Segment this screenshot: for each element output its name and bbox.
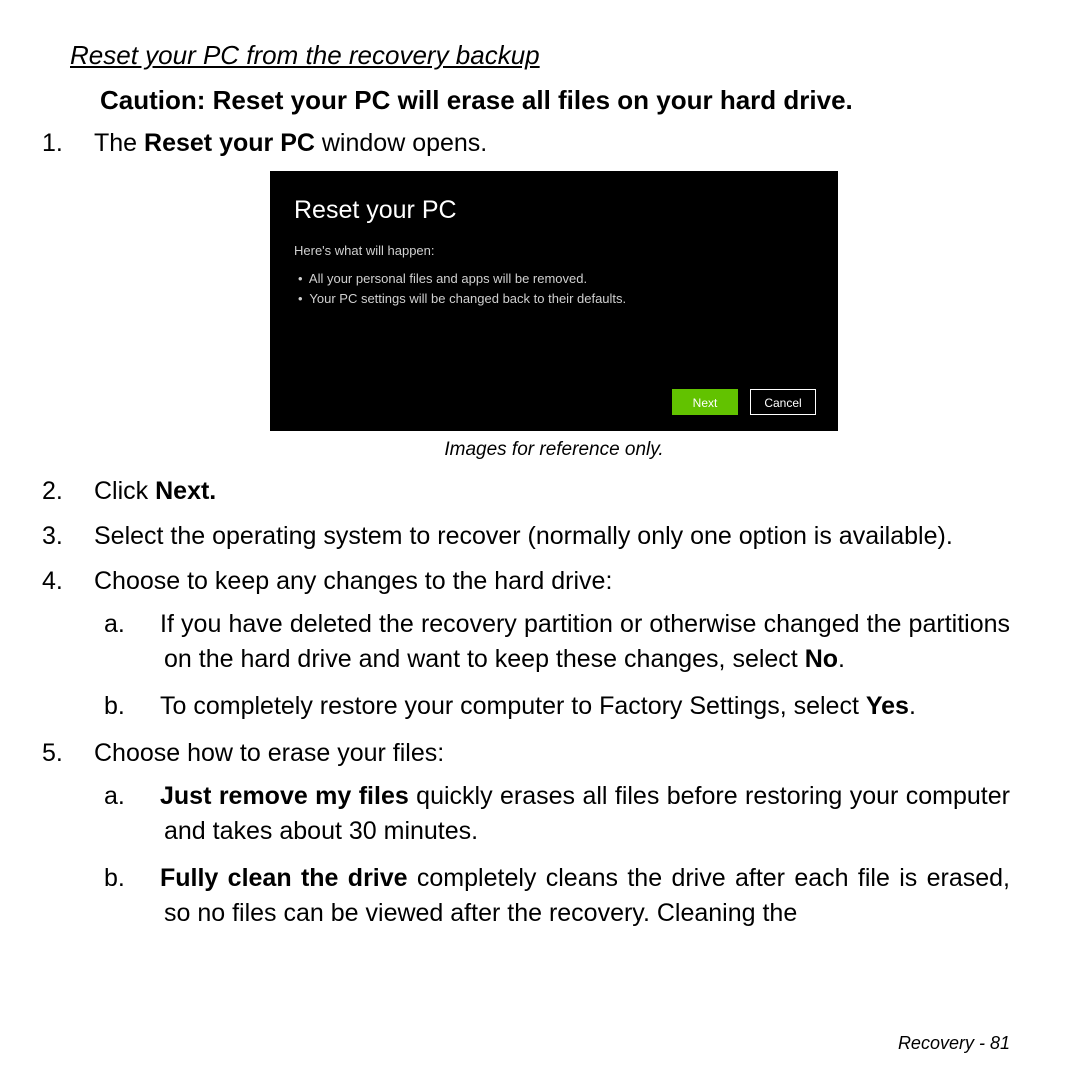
step-1: 1.The Reset your PC window opens. Reset …	[70, 126, 1010, 464]
section-title: Reset your PC from the recovery backup	[70, 40, 1010, 71]
step-4a-post: .	[838, 645, 845, 673]
step-4b-bold: Yes	[866, 692, 909, 720]
dialog-title: Reset your PC	[294, 193, 814, 228]
step-1-pre: The	[94, 129, 144, 157]
document-page: Reset your PC from the recovery backup C…	[0, 0, 1080, 1080]
step-3-text: Select the operating system to recover (…	[94, 522, 953, 550]
step-2: 2.Click Next.	[70, 474, 1010, 509]
step-2-bold: Next.	[155, 477, 216, 505]
step-4a-bold: No	[805, 645, 838, 673]
step-1-post: window opens.	[315, 129, 487, 157]
dialog-bullet-2: Your PC settings will be changed back to…	[309, 291, 626, 306]
step-4a-pre: If you have deleted the recovery partiti…	[160, 610, 1010, 673]
footer-page-number: 81	[990, 1033, 1010, 1053]
step-5: 5.Choose how to erase your files: a.Just…	[70, 736, 1010, 931]
footer-section: Recovery -	[898, 1033, 990, 1053]
dialog-bullet-list: • All your personal files and apps will …	[294, 270, 814, 308]
cancel-button[interactable]: Cancel	[750, 389, 816, 415]
reset-pc-dialog: Reset your PC Here's what will happen: •…	[270, 171, 838, 431]
step-3: 3.Select the operating system to recover…	[70, 519, 1010, 554]
step-4-text: Choose to keep any changes to the hard d…	[94, 567, 612, 595]
dialog-bullet-1: All your personal files and apps will be…	[309, 271, 587, 286]
step-5-text: Choose how to erase your files:	[94, 739, 444, 767]
step-4b-pre: To completely restore your computer to F…	[160, 692, 866, 720]
step-5b-bold: Fully clean the drive	[160, 864, 408, 892]
step-5a: a.Just remove my files quickly erases al…	[134, 779, 1010, 849]
caution-text: Caution: Reset your PC will erase all fi…	[100, 85, 1010, 116]
step-1-bold: Reset your PC	[144, 129, 315, 157]
dialog-subtitle: Here's what will happen:	[294, 242, 814, 260]
step-2-pre: Click	[94, 477, 155, 505]
step-5b: b.Fully clean the drive completely clean…	[134, 861, 1010, 931]
step-4: 4.Choose to keep any changes to the hard…	[70, 564, 1010, 724]
page-footer: Recovery - 81	[898, 1033, 1010, 1054]
next-button[interactable]: Next	[672, 389, 738, 415]
step-4b: b.To completely restore your computer to…	[134, 689, 1010, 724]
step-4a: a.If you have deleted the recovery parti…	[134, 607, 1010, 677]
image-caption: Images for reference only.	[270, 437, 838, 464]
step-4b-post: .	[909, 692, 916, 720]
step-5a-bold: Just remove my files	[160, 782, 409, 810]
